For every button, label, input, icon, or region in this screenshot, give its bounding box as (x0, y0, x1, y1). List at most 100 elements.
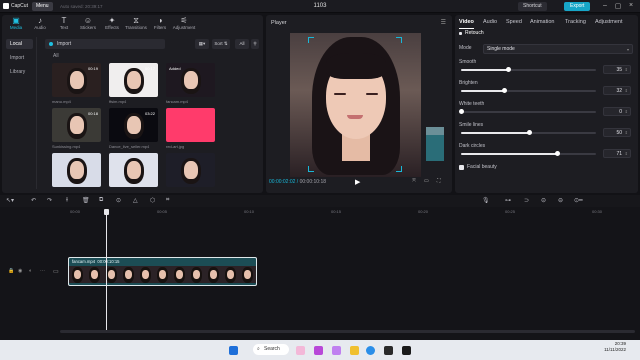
stepper-icon[interactable]: ⇕ (625, 129, 628, 137)
taskbar-search[interactable]: ⌕ Search (253, 344, 289, 355)
fullscreen-icon[interactable]: ⛶ (437, 178, 441, 184)
link-icon[interactable]: ⊶ (505, 197, 511, 204)
app-icon-1[interactable] (296, 346, 305, 355)
media-item[interactable]: 00:18 (52, 108, 101, 142)
tab-adjustment[interactable]: Adjustment (595, 19, 623, 29)
ratio-button[interactable]: ▭ (424, 178, 429, 184)
slider-knob[interactable] (506, 67, 512, 72)
shortcut-button[interactable]: Shortcut (518, 2, 547, 11)
slider-value-input[interactable]: 71 ⇕ (603, 149, 631, 158)
zoom-out-icon[interactable]: ⊖ (558, 197, 563, 204)
redo-icon[interactable]: ↷ (47, 197, 52, 204)
mirror-icon[interactable]: △ (133, 197, 138, 204)
stepper-icon[interactable]: ⇕ (625, 66, 628, 74)
rotate-icon[interactable]: ⬡ (150, 197, 155, 204)
play-icon[interactable]: ▶ (355, 178, 360, 186)
preview-canvas[interactable] (290, 33, 421, 177)
slider-value-input[interactable]: 32 ⇕ (603, 86, 631, 95)
slider-knob[interactable] (554, 151, 560, 156)
slider-knob[interactable] (502, 88, 508, 93)
tab-filters[interactable]: ◑ Filters (148, 17, 172, 31)
cover-icon[interactable]: ▭ (53, 268, 59, 275)
media-item[interactable] (166, 108, 215, 142)
app-icon-3[interactable] (332, 346, 341, 355)
freeze-icon[interactable]: ⧉ (99, 197, 103, 204)
crop-icon[interactable]: ⌗ (166, 197, 169, 204)
tab-video[interactable]: Video (459, 19, 474, 29)
tab-tracking[interactable]: Tracking (565, 19, 586, 29)
stepper-icon[interactable]: ⇕ (625, 108, 628, 116)
slider-dark-circles[interactable] (461, 151, 596, 156)
video-clip[interactable]: fancam.mp4 00:00:10:15 (68, 257, 257, 286)
tab-transitions[interactable]: ⧖ Transitions (124, 17, 148, 31)
delete-icon[interactable]: 🗑 (82, 197, 90, 204)
slider-smooth[interactable] (461, 67, 596, 72)
tab-speed[interactable]: Speed (506, 19, 522, 29)
lock-icon[interactable]: 🔒 (8, 268, 14, 274)
media-item[interactable] (166, 153, 215, 187)
close-icon[interactable]: × (626, 2, 636, 9)
stepper-icon[interactable]: ⇕ (625, 87, 628, 95)
preview-axis-icon[interactable]: ⊝ (541, 197, 546, 204)
slider-knob[interactable] (459, 109, 464, 114)
clip-thumbnail (188, 266, 205, 283)
app-icon-2[interactable] (314, 346, 323, 355)
view-toggle-icon[interactable]: ▦▾ (195, 39, 209, 49)
maximize-icon[interactable]: ▢ (613, 2, 623, 10)
media-item[interactable] (109, 153, 158, 187)
media-item[interactable]: 00:17 (109, 63, 158, 97)
sidebar-item-import[interactable]: Import (6, 53, 33, 63)
media-item[interactable] (52, 153, 101, 187)
stepper-icon[interactable]: ⇕ (625, 150, 628, 158)
import-button[interactable]: Import (45, 39, 165, 49)
slider-value-input[interactable]: 35 ⇕ (603, 65, 631, 74)
export-button[interactable]: Export (564, 2, 591, 11)
sidebar-item-local[interactable]: Local (6, 39, 33, 49)
tab-audio[interactable]: ♪ Audio (28, 17, 52, 31)
app-icon-4[interactable] (402, 346, 411, 355)
magnet-icon[interactable]: ⊃ (524, 197, 529, 204)
undo-icon[interactable]: ↶ (31, 197, 36, 204)
split-icon[interactable]: ⫲ (66, 197, 68, 204)
menu-button[interactable]: Menu (32, 2, 53, 11)
select-tool-icon[interactable]: ↖▾ (6, 197, 14, 204)
slider-knob[interactable] (526, 130, 532, 135)
minimize-icon[interactable]: – (600, 2, 610, 9)
slider-value-input[interactable]: 0 ⇕ (603, 107, 631, 116)
slider-brighten[interactable] (461, 88, 596, 93)
file-explorer-icon[interactable] (350, 346, 359, 355)
tab-text[interactable]: T Text (52, 17, 76, 31)
zoom-slider-knob[interactable]: ⊙━ (574, 197, 583, 204)
mode-select[interactable]: Single mode ▾ (483, 44, 633, 54)
audio-mute-icon[interactable]: ◐ (29, 268, 32, 274)
slider-smile-lines[interactable] (461, 130, 596, 135)
microphone-icon[interactable]: 🎙 (482, 197, 490, 204)
timeline-scrollbar[interactable] (60, 330, 635, 333)
capcut-taskbar-icon[interactable] (384, 346, 393, 355)
slider-value-input[interactable]: 50 ⇕ (603, 128, 631, 137)
tab-stickers[interactable]: ☺ Stickers (76, 17, 100, 31)
filter-button[interactable]: All (235, 39, 249, 49)
sidebar-item-library[interactable]: Library (6, 67, 33, 77)
reverse-icon[interactable]: ⊙ (116, 197, 121, 204)
tab-media[interactable]: ▣ Media (4, 17, 28, 31)
tab-adjustment[interactable]: ⚟ Adjustment (172, 17, 196, 31)
retouch-checkbox[interactable] (459, 32, 462, 35)
playhead[interactable] (104, 209, 109, 332)
media-item[interactable]: Added (166, 63, 215, 97)
eye-icon[interactable]: ◉ (18, 268, 22, 274)
media-item[interactable]: 00:19 (52, 63, 101, 97)
slider-white-teeth[interactable] (459, 109, 596, 114)
tab-animation[interactable]: Animation (530, 19, 554, 29)
filter-icon[interactable]: ⚲ (251, 39, 259, 49)
edge-icon[interactable] (366, 346, 375, 355)
media-item[interactable]: 03:22 (109, 108, 158, 142)
facial-beauty-checkbox[interactable] (459, 165, 464, 170)
start-icon[interactable] (229, 346, 238, 355)
player-menu-icon[interactable]: ☰ (441, 19, 446, 26)
more-icon[interactable]: ⋯ (40, 268, 45, 274)
sort-button[interactable]: Sort ⇅ (212, 39, 230, 49)
tab-effects[interactable]: ✦ Effects (100, 17, 124, 31)
tab-audio[interactable]: Audio (483, 19, 497, 29)
fit-icon[interactable]: ⤧ (412, 178, 416, 184)
